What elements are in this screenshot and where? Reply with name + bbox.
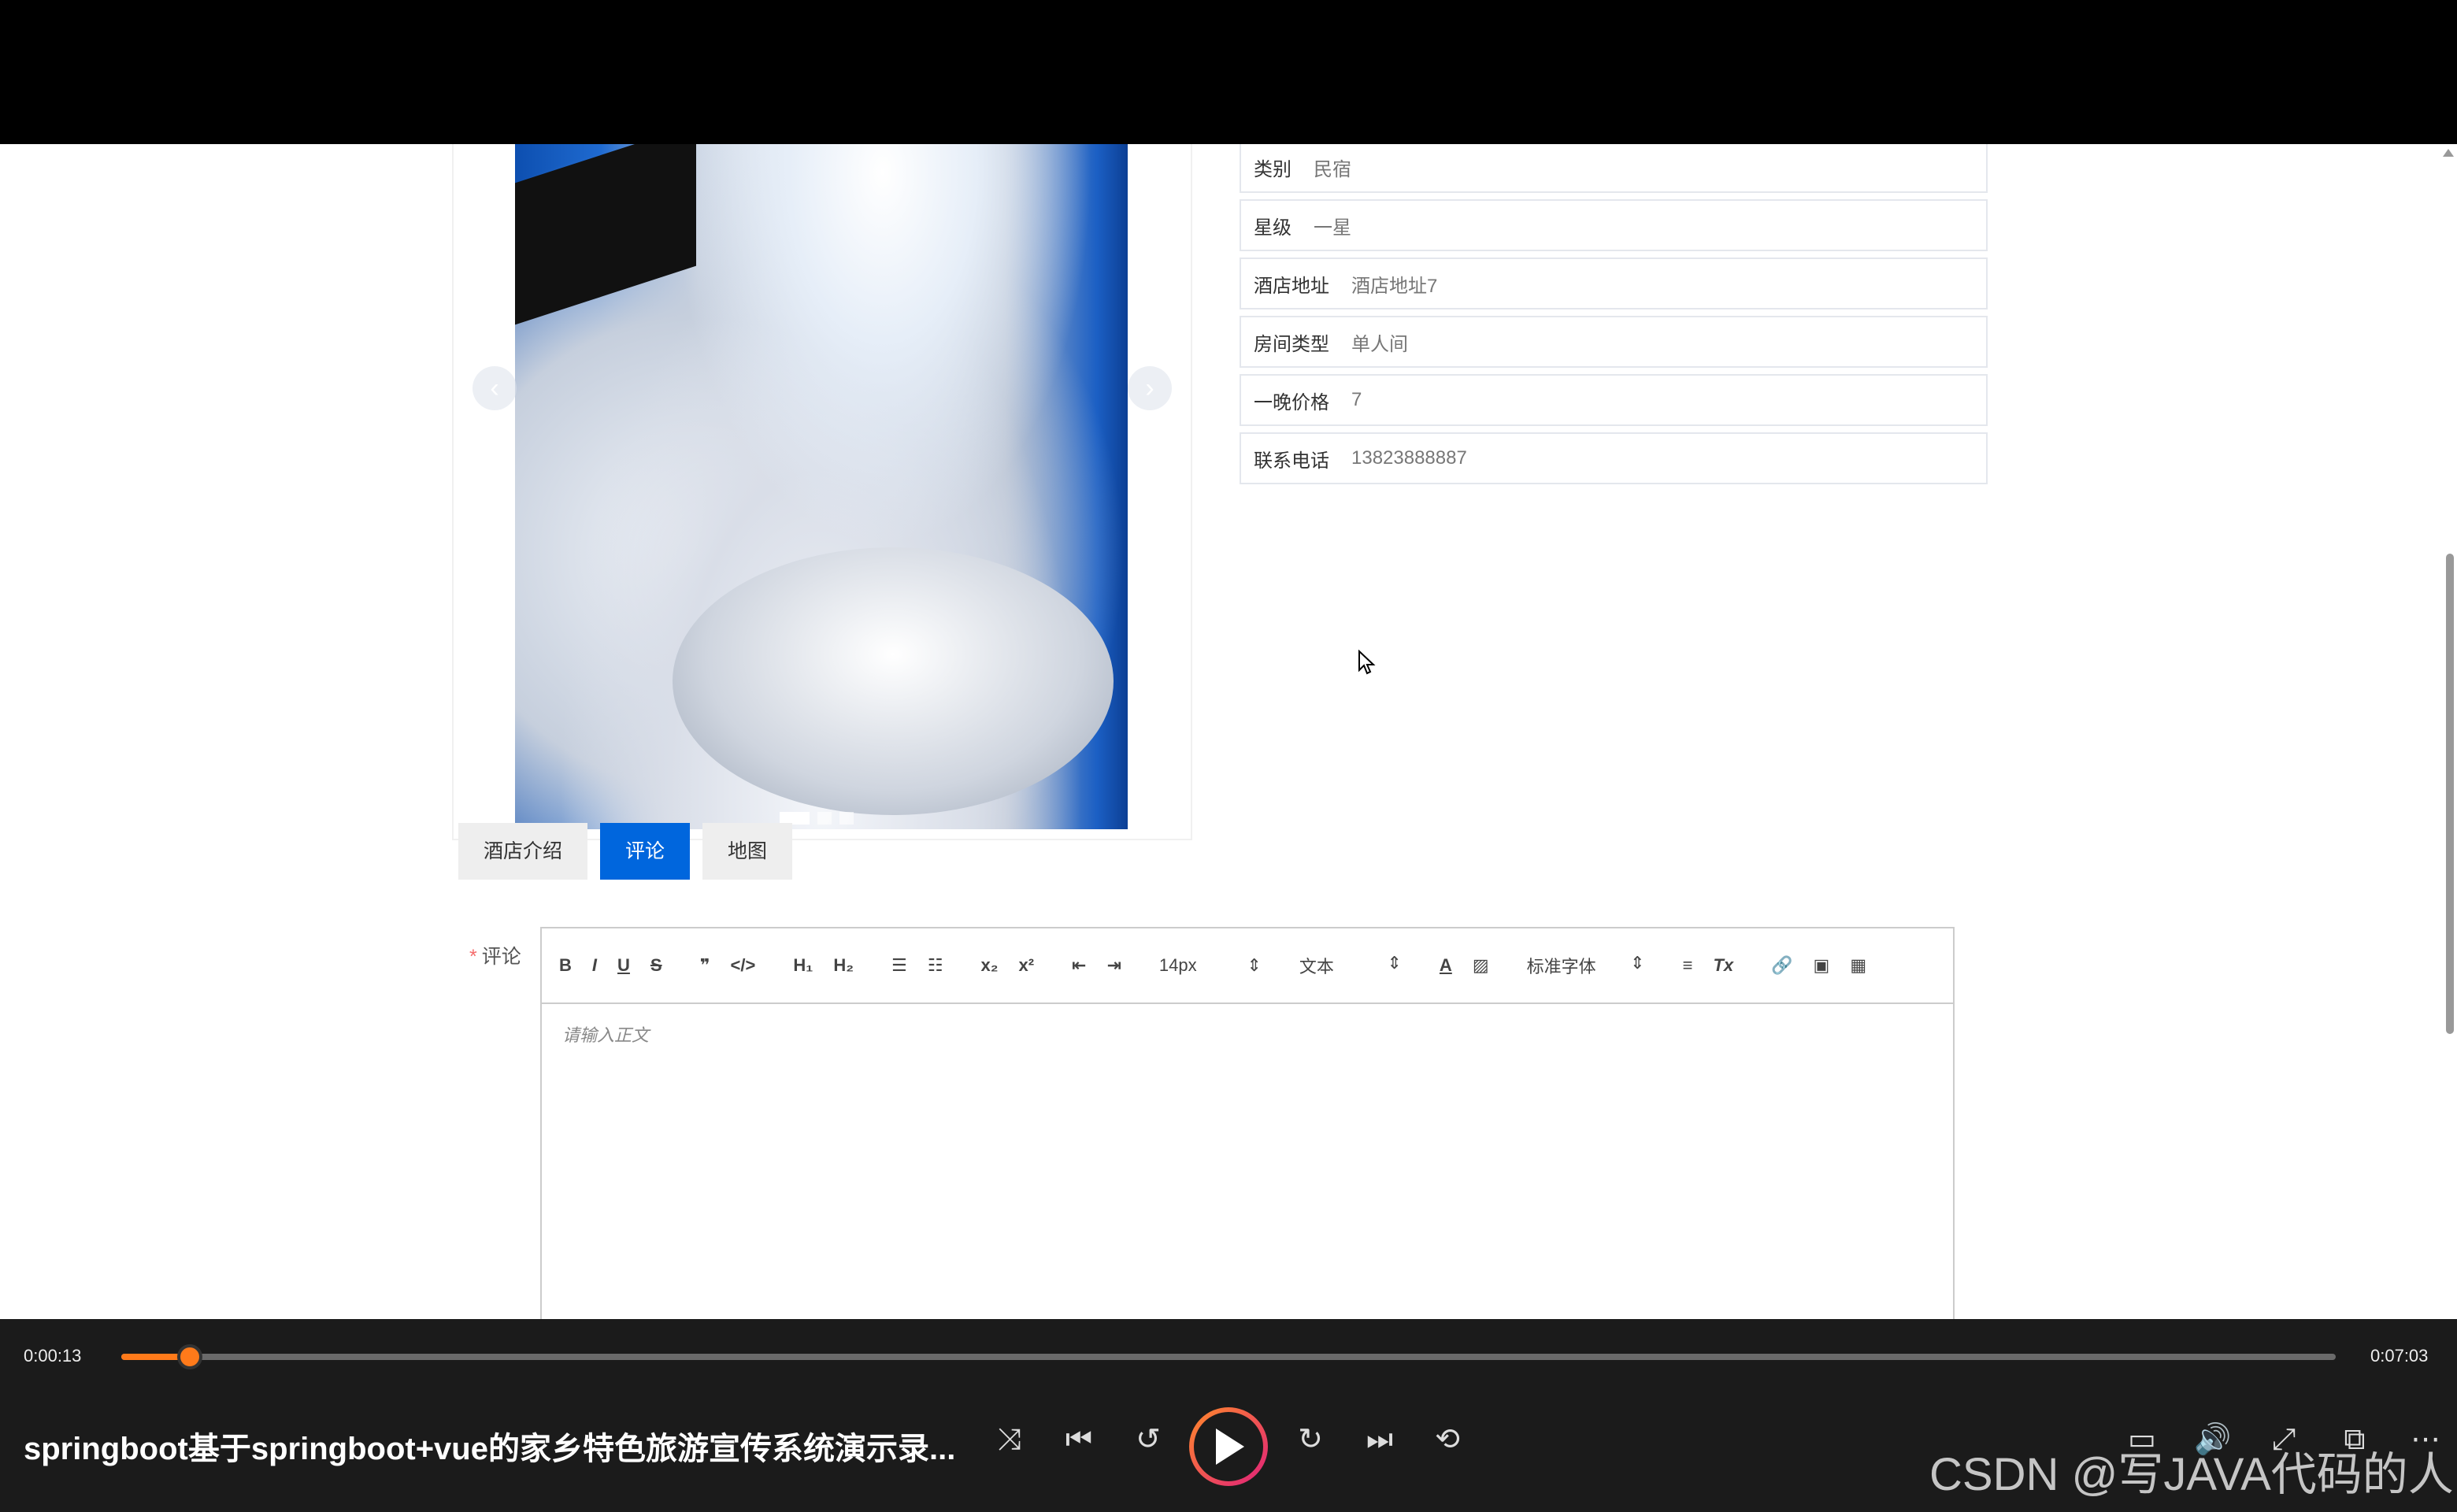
ordered-list-icon[interactable]: ☰ (891, 955, 907, 976)
tab-comments[interactable]: 评论 (600, 823, 691, 880)
rich-text-editor: B I U S ❞ </> H₁ H₂ ☰ ☷ x₂ x² ⇤ ⇥ 14px ⇕ … (540, 927, 1955, 1319)
page-scrollbar[interactable] (2443, 144, 2454, 1319)
rewind-10-icon[interactable]: ↺ (1125, 1420, 1172, 1459)
info-value: 民宿 (1314, 158, 1351, 180)
detail-tabs: 酒店介绍 评论 地图 (458, 823, 793, 880)
shuffle-icon[interactable]: ⤨ (986, 1420, 1033, 1459)
image-icon[interactable]: ▣ (1814, 955, 1830, 976)
video-player-controls: 0:00:13 0:07:03 springboot基于springboot+v… (0, 1319, 2457, 1512)
info-label: 一晚价格 (1254, 391, 1329, 413)
repeat-off-icon[interactable]: ⟲ (1424, 1420, 1471, 1459)
select-arrows-icon: ⇕ (1387, 953, 1402, 973)
info-row-price: 一晚价格 7 (1240, 374, 1988, 426)
header-select[interactable]: 文本 ⇕ (1299, 953, 1402, 978)
previous-icon[interactable]: ⏮ (1055, 1420, 1102, 1459)
background-color-icon[interactable]: ▨ (1473, 955, 1489, 976)
code-icon[interactable]: </> (731, 955, 756, 976)
info-value: 酒店地址7 (1351, 275, 1438, 297)
info-row-category: 类别 民宿 (1240, 144, 1988, 193)
web-page: ‹ › 类别 民宿 星级 一星 酒店地址 酒店地址7 房间类型 单人间 一晚价格… (0, 144, 2457, 1319)
underline-button[interactable]: U (617, 955, 630, 976)
next-icon[interactable]: ⏭ (1356, 1420, 1403, 1459)
tab-hotel-intro[interactable]: 酒店介绍 (458, 823, 588, 880)
strike-button[interactable]: S (650, 955, 662, 976)
hotel-info-table: 类别 民宿 星级 一星 酒店地址 酒店地址7 房间类型 单人间 一晚价格 7 联… (1240, 144, 1988, 491)
comment-field-label: * 评论 (469, 941, 521, 969)
info-row-star: 星级 一星 (1240, 199, 1988, 251)
editor-placeholder[interactable]: 请输入正文 (562, 1021, 649, 1047)
carousel-dot-2[interactable] (817, 812, 832, 825)
play-icon (1216, 1429, 1244, 1465)
info-value: 13823888887 (1351, 447, 1467, 469)
editor-toolbar: B I U S ❞ </> H₁ H₂ ☰ ☷ x₂ x² ⇤ ⇥ 14px ⇕ … (542, 928, 1953, 1004)
comment-label-text: 评论 (481, 946, 521, 968)
image-carousel: ‹ › (452, 144, 1192, 840)
tab-map[interactable]: 地图 (702, 823, 793, 880)
select-arrows-icon: ⇕ (1247, 955, 1262, 975)
video-icon[interactable]: ▦ (1850, 955, 1866, 976)
clean-format-icon[interactable]: Tx (1713, 955, 1733, 976)
link-icon[interactable]: 🔗 (1771, 955, 1792, 976)
info-value: 7 (1351, 389, 1362, 410)
info-label: 星级 (1254, 217, 1292, 239)
info-value: 一星 (1314, 217, 1351, 239)
chevron-left-icon[interactable]: ‹ (472, 366, 517, 410)
forward-30-icon[interactable]: ↻ (1287, 1420, 1334, 1459)
bullet-list-icon[interactable]: ☷ (928, 955, 943, 976)
text-color-icon[interactable]: A (1440, 955, 1452, 976)
info-row-address: 酒店地址 酒店地址7 (1240, 258, 1988, 309)
h1-button[interactable]: H₁ (793, 955, 813, 976)
font-family-value: 标准字体 (1526, 957, 1596, 976)
scroll-up-icon[interactable] (2443, 149, 2454, 157)
info-value: 单人间 (1351, 333, 1408, 355)
hotel-photo[interactable] (515, 144, 1128, 829)
info-label: 房间类型 (1254, 333, 1329, 355)
superscript-button[interactable]: x² (1018, 955, 1034, 976)
carousel-dot-3[interactable] (839, 812, 854, 825)
subscript-button[interactable]: x₂ (980, 955, 998, 976)
photo-bed-shape (673, 547, 1114, 815)
font-size-value: 14px (1158, 955, 1197, 975)
font-size-select[interactable]: 14px ⇕ (1159, 955, 1262, 976)
info-label: 联系电话 (1254, 450, 1329, 472)
current-time: 0:00:13 (24, 1346, 82, 1366)
scrollbar-thumb[interactable] (2446, 554, 2454, 1034)
total-time: 0:07:03 (2370, 1346, 2429, 1366)
align-icon[interactable]: ≡ (1683, 955, 1693, 976)
quote-icon[interactable]: ❞ (700, 955, 710, 976)
info-label: 酒店地址 (1254, 275, 1329, 297)
info-row-room-type: 房间类型 单人间 (1240, 316, 1988, 368)
info-row-phone: 联系电话 13823888887 (1240, 432, 1988, 484)
required-mark: * (469, 946, 477, 968)
bold-button[interactable]: B (559, 955, 572, 976)
csdn-watermark: CSDN @写JAVA代码的人 (1929, 1449, 2454, 1500)
seek-bar[interactable] (121, 1344, 2336, 1369)
chevron-right-icon[interactable]: › (1128, 366, 1172, 410)
video-title: springboot基于springboot+vue的家乡特色旅游宣传系统演示录… (24, 1432, 956, 1466)
outdent-icon[interactable]: ⇤ (1072, 955, 1086, 976)
font-family-select[interactable]: 标准字体 ⇕ (1527, 953, 1645, 978)
play-button[interactable] (1189, 1407, 1268, 1486)
info-label: 类别 (1254, 158, 1292, 180)
header-value: 文本 (1299, 957, 1334, 976)
h2-button[interactable]: H₂ (833, 955, 854, 976)
italic-button[interactable]: I (592, 955, 597, 976)
indent-icon[interactable]: ⇥ (1106, 955, 1121, 976)
seek-knob[interactable] (177, 1344, 203, 1369)
photo-tv-shape (515, 144, 696, 325)
select-arrows-icon: ⇕ (1630, 953, 1645, 973)
